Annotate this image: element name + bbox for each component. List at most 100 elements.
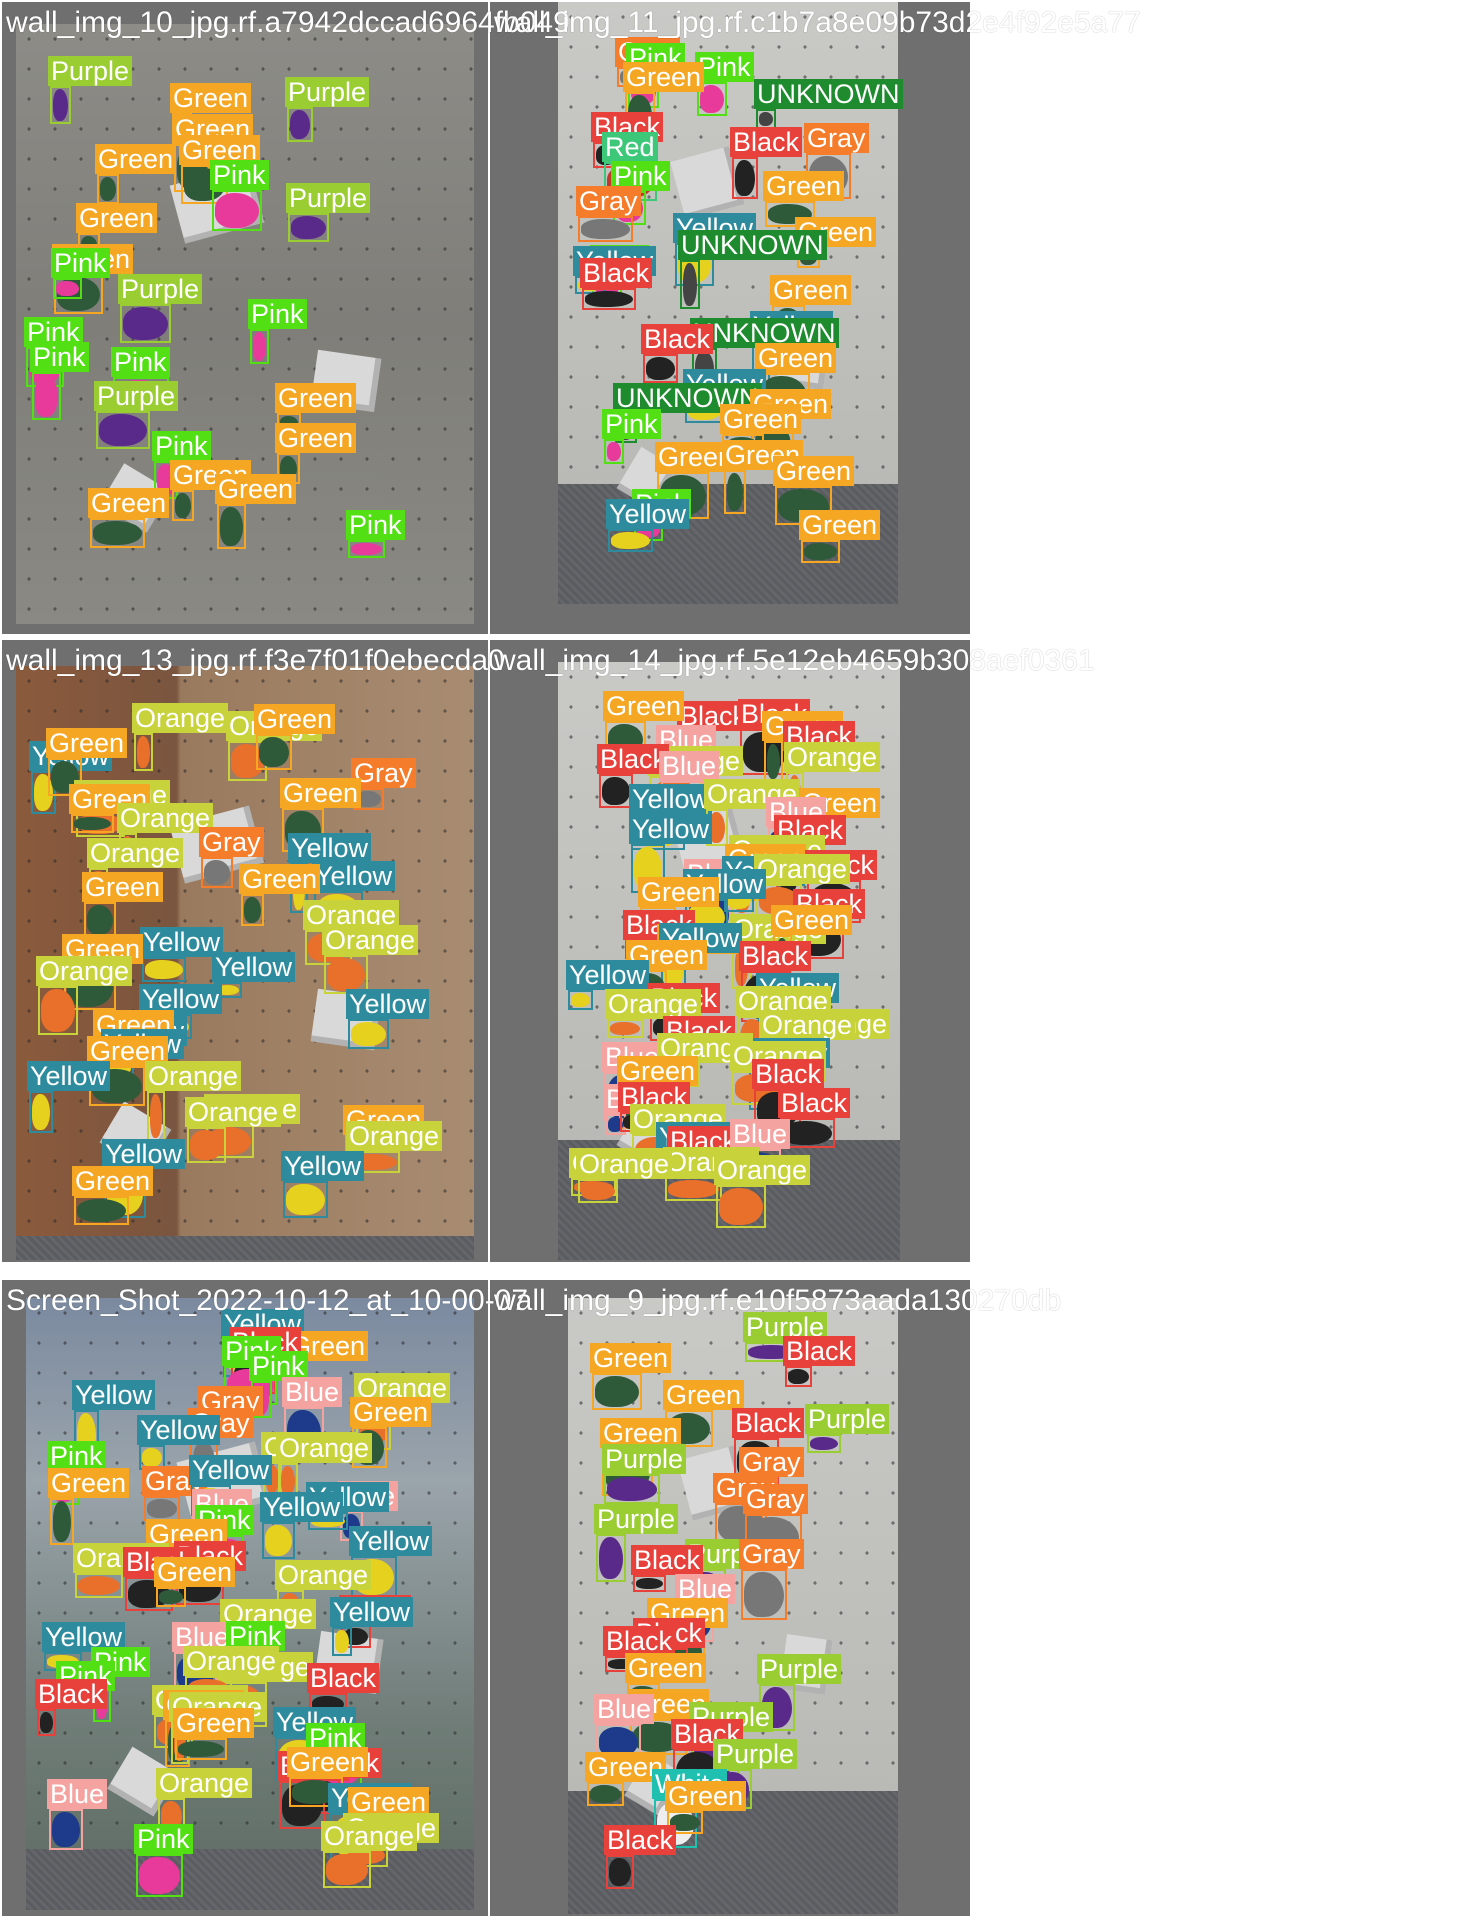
class-label: Yellow bbox=[102, 1139, 186, 1169]
class-label: Green bbox=[46, 728, 128, 758]
class-label: Orange bbox=[156, 1768, 253, 1798]
class-label: Pink bbox=[152, 431, 211, 461]
detection-pink: Pink bbox=[51, 248, 110, 299]
detection-yellow: Yellow bbox=[606, 499, 690, 552]
bounding-box bbox=[785, 1366, 812, 1387]
bounding-box bbox=[75, 1573, 123, 1598]
bounding-box bbox=[71, 814, 114, 833]
detection-green: Green bbox=[254, 704, 336, 770]
class-label: Black bbox=[603, 1626, 676, 1656]
bounding-box bbox=[212, 190, 262, 231]
image-filename: wall_img_11_jpg.rf.c1b7a8e09b73d2e4f92e5… bbox=[494, 6, 1141, 39]
bounding-box bbox=[74, 1196, 129, 1225]
detection-purple: Purple bbox=[48, 56, 133, 124]
detection-yellow: Yellow bbox=[281, 1151, 365, 1218]
class-label: Orange bbox=[321, 1821, 418, 1851]
image-filename: wall_img_13_jpg.rf.f3e7f01f0ebecda0 bbox=[6, 644, 505, 677]
class-label: Green bbox=[76, 203, 158, 233]
bounding-box bbox=[120, 304, 171, 343]
class-label: Green bbox=[350, 1397, 432, 1427]
bounding-box bbox=[32, 372, 61, 420]
class-label: Green bbox=[770, 275, 852, 305]
detection-yellow: Yellow bbox=[346, 989, 430, 1049]
class-label: Yellow bbox=[260, 1492, 344, 1522]
detection-green: Green bbox=[82, 872, 164, 938]
grid-cell-3: wall_img_13_jpg.rf.f3e7f01f0ebecda0 Oran… bbox=[2, 640, 505, 1262]
detection-orange: Orange bbox=[185, 1097, 282, 1163]
bounding-box bbox=[732, 157, 758, 199]
class-label: Black bbox=[580, 258, 653, 288]
class-label: Purple bbox=[594, 1504, 679, 1534]
detection-green: Green bbox=[239, 864, 321, 926]
class-label: Black bbox=[631, 1545, 704, 1575]
class-label: Purple bbox=[94, 381, 179, 411]
grid-cell-1: wall_img_10_jpg.rf.a7942dccad6964fb049 P… bbox=[2, 2, 570, 634]
bounding-box bbox=[37, 1709, 56, 1736]
class-label: Pink bbox=[602, 409, 661, 439]
bounding-box bbox=[578, 1179, 618, 1203]
class-label: Green bbox=[625, 1653, 707, 1683]
class-label: Green bbox=[154, 1557, 236, 1587]
detection-orange: Orange bbox=[605, 989, 702, 1038]
class-label: Purple bbox=[48, 56, 133, 86]
class-label: Purple bbox=[286, 183, 371, 213]
class-label: Red bbox=[602, 132, 658, 162]
class-label: Black bbox=[604, 1825, 677, 1855]
gym-floor-mat bbox=[16, 1236, 474, 1260]
bounding-box bbox=[97, 174, 119, 204]
class-label: Gray bbox=[199, 827, 264, 857]
detection-pink: Pink bbox=[30, 342, 89, 420]
bounding-box bbox=[323, 1851, 371, 1888]
detection-green: Green bbox=[585, 1752, 667, 1806]
class-label: Pink bbox=[210, 160, 269, 190]
bounding-box bbox=[756, 109, 776, 129]
class-label: Pink bbox=[111, 347, 170, 377]
bounding-box bbox=[807, 1434, 841, 1453]
bounding-box bbox=[53, 278, 82, 299]
bounding-box bbox=[604, 1474, 660, 1504]
bounding-box bbox=[348, 1019, 389, 1049]
bounding-box bbox=[568, 990, 593, 1010]
class-label: Blue bbox=[659, 751, 720, 781]
detection-black: Black bbox=[730, 127, 803, 199]
class-label: Gray bbox=[804, 123, 869, 153]
bounding-box bbox=[96, 411, 150, 449]
class-label: Orange bbox=[759, 1010, 856, 1040]
detection-green: Green bbox=[170, 460, 252, 521]
class-label: Green bbox=[603, 691, 685, 721]
detection-yellow: Yellow bbox=[566, 960, 650, 1010]
class-label: Green bbox=[771, 905, 853, 935]
bounding-box bbox=[607, 1019, 643, 1038]
detection-blue: Blue bbox=[47, 1779, 108, 1850]
class-label: Orange bbox=[754, 854, 851, 884]
detection-purple: Purple bbox=[285, 77, 370, 142]
bounding-box bbox=[716, 1185, 766, 1228]
class-label: Orange bbox=[714, 1155, 811, 1185]
bounding-box bbox=[606, 1855, 634, 1889]
detection-orange: Orange bbox=[36, 956, 133, 1035]
class-label: Yellow bbox=[189, 1455, 273, 1485]
detection-green: Green bbox=[722, 440, 804, 514]
detection-green: Green bbox=[72, 1166, 154, 1225]
detection-green: Green bbox=[173, 1708, 255, 1760]
bounding-box bbox=[50, 1498, 74, 1545]
class-label: Orange bbox=[87, 838, 184, 868]
class-label: Green bbox=[799, 510, 881, 540]
class-label: Yellow bbox=[349, 1526, 433, 1556]
class-label: Orange bbox=[346, 1121, 443, 1151]
class-label: Blue bbox=[730, 1119, 791, 1149]
class-label: Black bbox=[752, 1059, 825, 1089]
detection-orange: Orange bbox=[132, 703, 229, 771]
class-label: Green bbox=[720, 404, 802, 434]
class-label: Gray bbox=[576, 186, 641, 216]
bounding-box bbox=[764, 741, 783, 782]
class-label: Green bbox=[280, 778, 362, 808]
detection-orange: Orange bbox=[321, 1821, 418, 1888]
class-label: Orange bbox=[185, 1097, 282, 1127]
class-label: Yellow bbox=[212, 952, 296, 982]
class-label: Purple bbox=[757, 1654, 842, 1684]
class-label: Purple bbox=[285, 77, 370, 107]
class-label: Pink bbox=[51, 248, 110, 278]
detection-green: Green bbox=[69, 784, 151, 833]
class-label: Green bbox=[275, 423, 357, 453]
